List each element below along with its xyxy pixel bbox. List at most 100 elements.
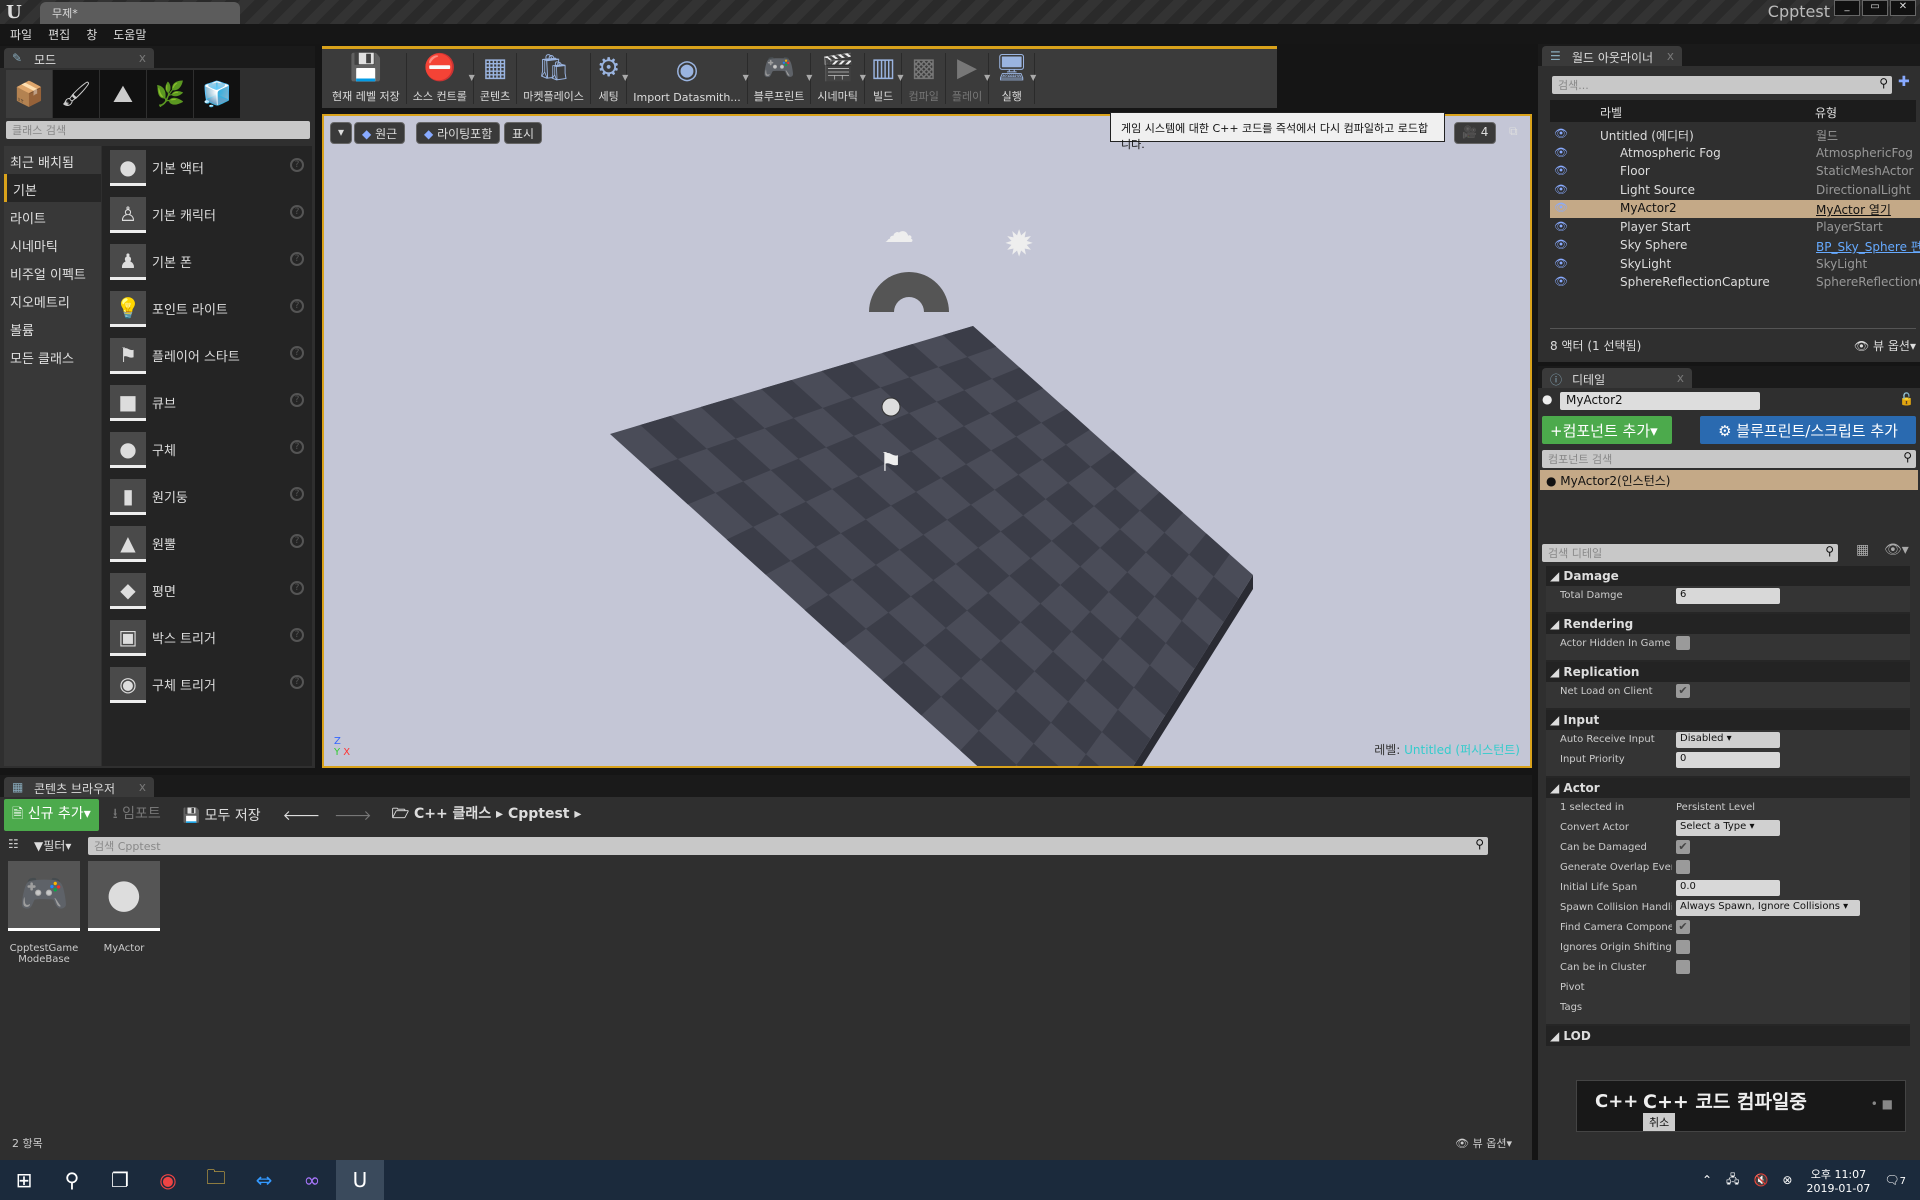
checkbox[interactable]: ✔ [1676, 684, 1690, 698]
help-icon[interactable]: ? [290, 675, 304, 689]
maximize-button[interactable]: ▭ [1862, 0, 1888, 16]
asset-tile[interactable]: ● MyActor [88, 861, 160, 954]
add-folder-icon[interactable]: ✚ [1898, 74, 1910, 90]
category-item[interactable]: 모든 클래스 [4, 342, 101, 370]
help-icon[interactable]: ? [290, 205, 304, 219]
paint-mode-icon[interactable]: 🖌 [53, 70, 99, 118]
visibility-eye-icon[interactable]: 👁 [1554, 164, 1568, 177]
category-item[interactable]: 시네마틱 [4, 230, 101, 258]
toolbar-button[interactable]: 🎮 블루프린트 ▼ [748, 53, 812, 104]
start-icon[interactable]: ⊞ [0, 1160, 48, 1200]
help-icon[interactable]: ? [290, 393, 304, 407]
combo-box[interactable]: Select a Type ▾ [1676, 820, 1780, 836]
placeable-item[interactable]: ⚑ 플레이어 스타트? [102, 334, 312, 381]
add-new-button[interactable]: 🗎 신규 추가▾ [4, 799, 99, 831]
outliner-row[interactable]: 👁 Atmospheric Fog AtmosphericFog [1550, 145, 1920, 163]
foliage-mode-icon[interactable]: 🌿 [147, 70, 193, 118]
minimize-button[interactable]: _ [1834, 0, 1860, 16]
toolbar-button[interactable]: 🛍 마켓플레이스 [517, 53, 591, 104]
placeable-item[interactable]: ◆ 평면? [102, 569, 312, 616]
tab-content-browser[interactable]: ▦ 콘텐츠 브라우저 x [4, 777, 154, 797]
maximize-viewport-icon[interactable]: ⧉ [1502, 122, 1525, 144]
tray-chevron-icon[interactable]: ⌃ [1702, 1173, 1712, 1187]
toolbar-button[interactable]: ◉ Import Datasmith... ▼ [627, 53, 749, 104]
visibility-eye-icon[interactable]: 👁 [1554, 220, 1568, 233]
toolbar-button[interactable]: 🖥 실행 ▼ [989, 53, 1036, 104]
menu-item[interactable]: 창 [86, 26, 97, 42]
outliner-row[interactable]: 👁 Untitled (에디터) 월드 [1550, 126, 1920, 144]
visibility-eye-icon[interactable]: 👁 [1554, 146, 1568, 159]
placeable-item[interactable]: ▲ 원뿔? [102, 522, 312, 569]
visual-studio-icon[interactable]: ∞ [288, 1160, 336, 1200]
document-tab[interactable]: 무제* [40, 2, 240, 24]
actor-type[interactable]: BP_Sky_Sphere 편집 [1816, 238, 1920, 255]
task-view-icon[interactable]: ❐ [96, 1160, 144, 1200]
category-item[interactable]: 지오메트리 [4, 286, 101, 314]
checkbox[interactable]: ✔ [1676, 920, 1690, 934]
close-icon[interactable]: x [139, 51, 146, 65]
help-icon[interactable]: ? [290, 158, 304, 172]
player-start-icon[interactable]: ⚑ [879, 448, 902, 478]
volume-muted-icon[interactable]: 🔇 [1753, 1173, 1768, 1187]
menu-item[interactable]: 도움말 [113, 26, 146, 42]
add-component-button[interactable]: +컴포넌트 추가▾ [1542, 416, 1672, 444]
placeable-item[interactable]: ● 기본 액터? [102, 146, 312, 193]
checkbox[interactable] [1676, 960, 1690, 974]
toolbar-button[interactable]: 🎬 시네마틱 ▼ [811, 53, 866, 104]
network-icon[interactable]: 🖧 [1726, 1170, 1739, 1191]
chrome-icon[interactable]: ◉ [144, 1160, 192, 1200]
view-options-button[interactable]: 👁 뷰 옵션▾ [1854, 337, 1916, 354]
placeable-item[interactable]: ▣ 박스 트리거? [102, 616, 312, 663]
show-button[interactable]: 표시 [504, 122, 543, 144]
toolbar-button[interactable]: 💾 현재 레벨 저장 [326, 53, 407, 104]
file-explorer-icon[interactable]: 🗀 [192, 1160, 240, 1200]
close-icon[interactable]: x [139, 780, 146, 794]
toolbar-button[interactable]: ▩ 컴파일 [902, 53, 946, 104]
unreal-taskbar-icon[interactable]: U [336, 1160, 384, 1200]
tab-modes[interactable]: ✎ 모드 x [4, 48, 154, 68]
cb-view-options-button[interactable]: 👁 뷰 옵션▾ [1455, 1135, 1512, 1151]
combo-box[interactable]: Always Spawn, Ignore Collisions ▾ [1676, 900, 1860, 916]
lock-icon[interactable]: 🔓 [1899, 392, 1914, 406]
placeable-item[interactable]: 💡 포인트 라이트? [102, 287, 312, 334]
help-icon[interactable]: ? [290, 346, 304, 360]
history-forward-button[interactable]: 🡒 [334, 807, 372, 824]
camera-speed-button[interactable]: 🎥 4 [1454, 122, 1497, 144]
component-instance-row[interactable]: ● MyActor2(인스턴스) [1540, 470, 1918, 490]
category-item[interactable]: 라이트 [4, 202, 101, 230]
geometry-mode-icon[interactable]: 🧊 [194, 70, 240, 118]
placeable-item[interactable]: ♟ 기본 폰? [102, 240, 312, 287]
category-header[interactable]: ◢ Actor [1546, 778, 1910, 798]
help-icon[interactable]: ? [290, 252, 304, 266]
placeable-item[interactable]: ◉ 구체 트리거? [102, 663, 312, 710]
reflection-capture-icon[interactable] [881, 397, 901, 417]
component-search-input[interactable]: 컴포넌트 검색 ⚲ [1542, 450, 1916, 468]
breadcrumb-cpp-classes[interactable]: C++ 클래스 [414, 806, 491, 822]
close-button[interactable]: ✕ [1890, 0, 1916, 16]
type-column-header[interactable]: 유형 [1815, 104, 1837, 121]
place-mode-icon[interactable]: 📦 [6, 70, 52, 118]
placeable-item[interactable]: ● 구체? [102, 428, 312, 475]
outliner-row[interactable]: 👁 MyActor2 MyActor 열기 [1550, 200, 1920, 218]
placeable-item[interactable]: ■ 큐브? [102, 381, 312, 428]
import-button[interactable]: ⭳ 임포트 [105, 803, 169, 827]
toolbar-button[interactable]: ▦ 콘텐츠 [474, 53, 518, 104]
outliner-row[interactable]: 👁 Floor StaticMeshActor [1550, 163, 1920, 181]
category-item[interactable]: 최근 배치됨 [4, 146, 101, 174]
toolbar-button[interactable]: ⚙ 세팅 ▼ [591, 53, 628, 104]
dropdown-arrow-icon[interactable]: ▼ [1030, 73, 1036, 82]
notifications-icon[interactable]: 🗨7 [1884, 1173, 1906, 1187]
toolbar-button[interactable]: ▥ 빌드 ▼ [865, 53, 903, 104]
toolbar-button[interactable]: ▶ 플레이 ▼ [946, 53, 990, 104]
search-icon[interactable]: ⚲ [48, 1160, 96, 1200]
grid-view-icon[interactable]: ▦ [1856, 542, 1869, 558]
category-item[interactable]: 기본 [4, 174, 101, 202]
placeable-item[interactable]: ▮ 원기둥? [102, 475, 312, 522]
save-all-button[interactable]: 💾 모두 저장 [175, 805, 269, 825]
placeable-item[interactable]: ♙ 기본 캐릭터? [102, 193, 312, 240]
visibility-eye-icon[interactable]: 👁 [1554, 183, 1568, 196]
toolbar-button[interactable]: ⛔ 소스 컨트롤 ▼ [407, 53, 475, 104]
class-search-input[interactable]: 클래스 검색 [6, 121, 310, 139]
landscape-mode-icon[interactable]: ⛰ [100, 70, 146, 118]
actor-type[interactable]: MyActor 열기 [1816, 201, 1920, 218]
